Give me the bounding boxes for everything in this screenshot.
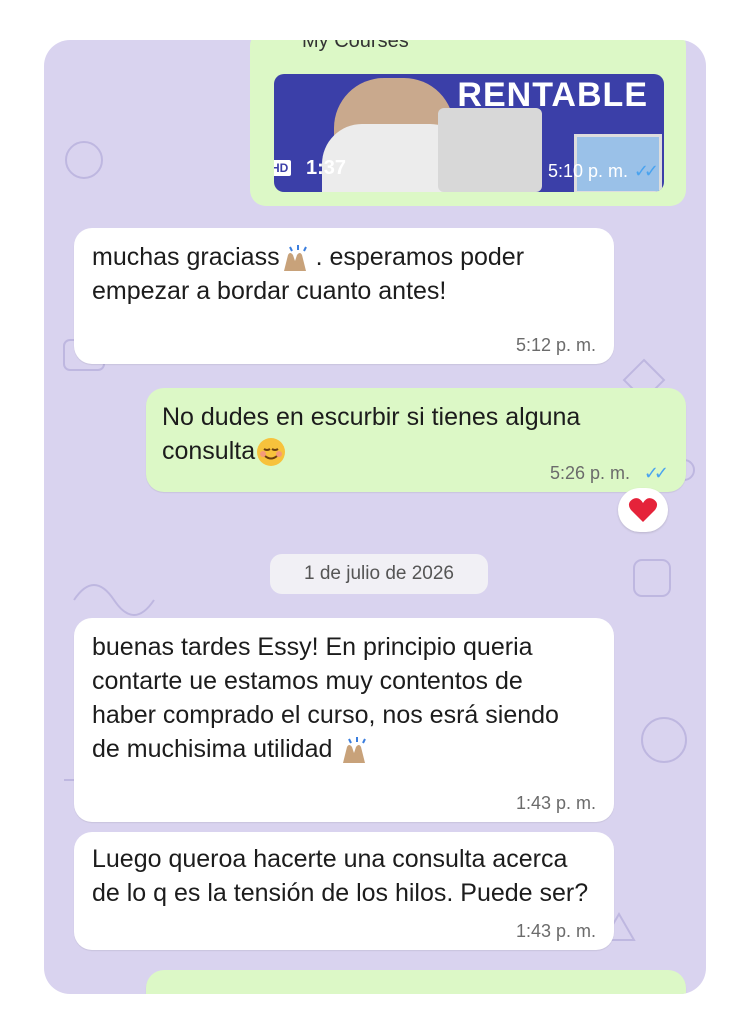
hd-badge: HD [274, 160, 292, 176]
message-text: buenas tardes Essy! En principio queria … [92, 630, 592, 766]
message-text: No dudes en escurbir si tienes alguna co… [162, 400, 582, 468]
read-ticks-icon: ✓✓ [643, 463, 669, 483]
video-message[interactable]: My Courses RENTABLE HD 1:37 5:10 p. m. ✓… [250, 40, 686, 206]
message-outgoing-partial[interactable] [146, 970, 686, 994]
message-time: 5:12 p. m. [515, 335, 596, 355]
date-separator: 1 de julio de 2026 [270, 554, 488, 594]
message-time: 1:43 p. m. [515, 793, 596, 813]
video-time: 5:10 p. m. [547, 161, 628, 181]
machine-image [438, 108, 542, 192]
message-incoming[interactable]: muchas graciass. esperamos poder empezar… [74, 228, 614, 364]
message-time: 1:43 p. m. [515, 921, 596, 941]
heart-reaction[interactable] [618, 488, 668, 532]
message-incoming[interactable]: buenas tardes Essy! En principio queria … [74, 618, 614, 822]
message-outgoing[interactable]: No dudes en escurbir si tienes alguna co… [146, 388, 686, 492]
raising-hands-emoji-icon [283, 245, 307, 272]
message-text: Luego queroa hacerte una consulta acerca… [92, 845, 589, 907]
chat-view: My Courses RENTABLE HD 1:37 5:10 p. m. ✓… [44, 40, 706, 994]
raising-hands-emoji-icon [343, 737, 367, 764]
message-text: muchas graciass. esperamos poder empezar… [92, 243, 531, 305]
message-time: 5:26 p. m. [549, 463, 630, 483]
read-ticks-icon: ✓✓ [633, 161, 659, 181]
heart-icon [628, 498, 658, 522]
video-thumbnail[interactable]: RENTABLE HD 1:37 5:10 p. m. ✓✓ [274, 74, 664, 192]
video-duration: 1:37 [306, 157, 347, 179]
smiling-face-emoji-icon [257, 438, 286, 467]
video-title: My Courses [302, 40, 409, 52]
message-incoming[interactable]: Luego queroa hacerte una consulta acerca… [74, 832, 614, 950]
